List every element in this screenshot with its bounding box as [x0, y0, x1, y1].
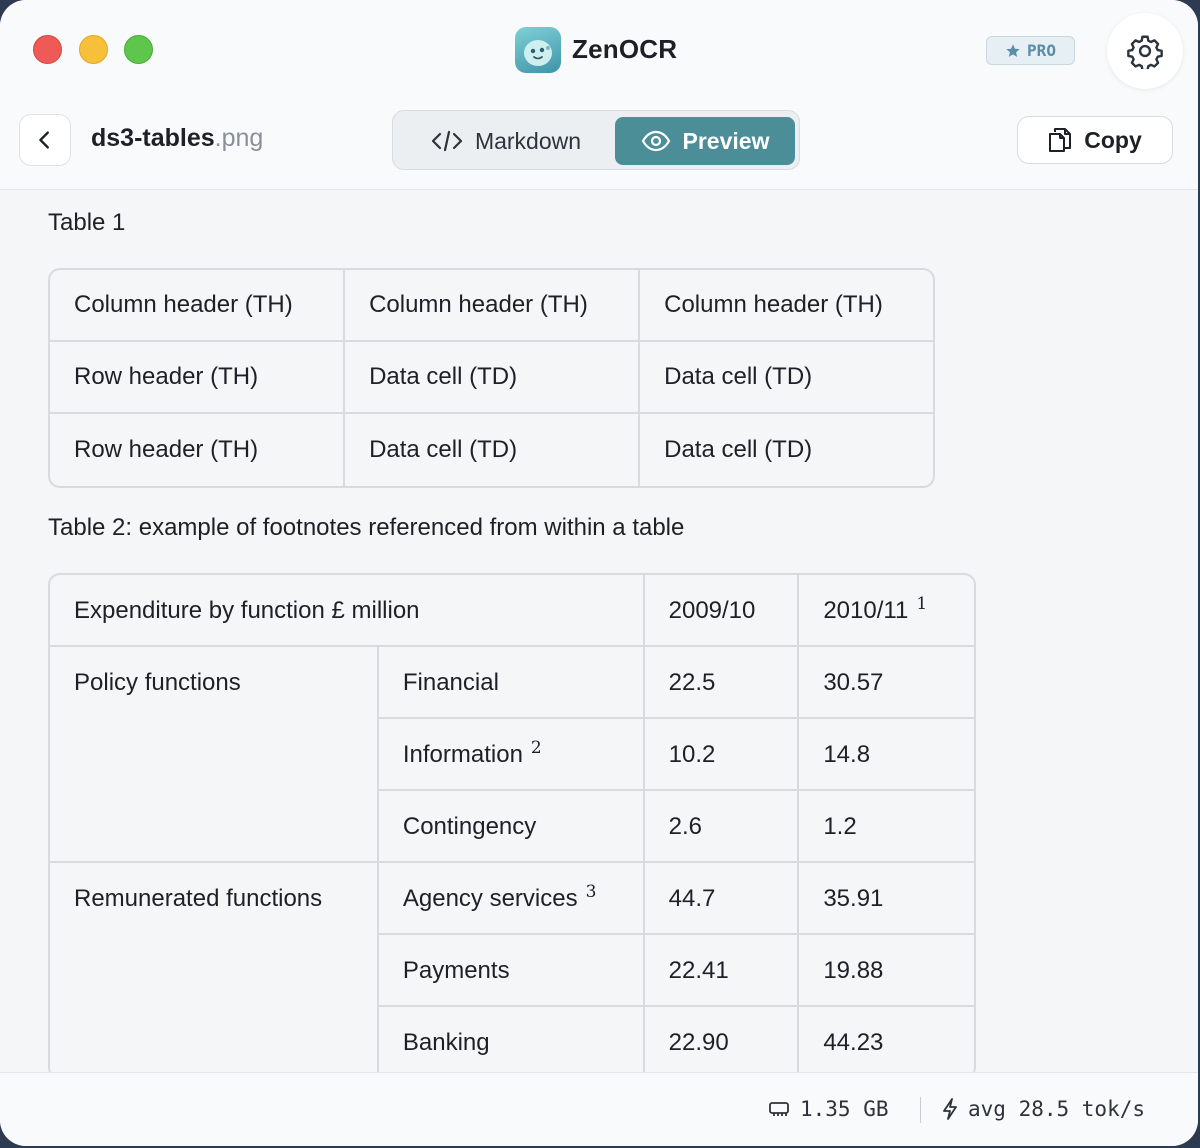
app-logo-icon	[515, 27, 561, 73]
copy-button[interactable]: Copy	[1017, 116, 1173, 164]
table2: Expenditure by function £ million 2009/1…	[48, 573, 976, 1072]
table1-caption: Table 1	[48, 209, 126, 236]
table-header-row: Expenditure by function £ million 2009/1…	[50, 575, 974, 647]
footnote-ref: 1	[916, 594, 928, 614]
footnote-ref: 2	[530, 738, 542, 758]
app-title: ZenOCR	[572, 34, 678, 64]
table-header-cell: Expenditure by function £ million	[50, 575, 645, 647]
table-cell: Information 2	[378, 719, 645, 791]
table-cell: 44.7	[644, 863, 800, 935]
table-cell: Banking	[379, 1007, 645, 1072]
table-cell: 22.90	[645, 1007, 800, 1072]
table-row: Row header (TH) Data cell (TD) Data cell…	[50, 414, 933, 486]
star-icon	[1006, 43, 1020, 57]
view-toggle: Markdown Preview	[392, 110, 800, 170]
table-cell: Contingency	[378, 791, 645, 863]
memory-icon	[769, 1102, 789, 1116]
file-name: ds3-tables.png	[91, 124, 263, 153]
table-cell: Financial	[378, 647, 645, 719]
table-cell: 35.91	[799, 863, 974, 935]
memory-usage: 1.35 GB	[768, 1097, 889, 1121]
table-cell: Column header (TH)	[345, 270, 641, 342]
table1: Column header (TH) Column header (TH) Co…	[48, 268, 935, 488]
code-icon	[431, 130, 463, 152]
item-label: Information	[402, 741, 523, 768]
eye-icon	[641, 130, 670, 152]
table-cell: Data cell (TD)	[345, 342, 641, 414]
copy-icon	[1049, 128, 1072, 152]
footnote-ref: 3	[585, 882, 597, 902]
memory-value: 1.35 GB	[800, 1097, 889, 1121]
table-header-cell: 2010/11 1	[799, 575, 974, 647]
tab-markdown-label: Markdown	[474, 127, 582, 154]
table-cell: Column header (TH)	[50, 270, 346, 342]
table-cell: 22.5	[644, 647, 800, 719]
zoom-window-button[interactable]	[124, 35, 153, 64]
table-cell: 30.57	[799, 647, 974, 719]
preview-content[interactable]: Table 1 Column header (TH) Column header…	[0, 191, 1198, 1072]
tab-preview-label: Preview	[682, 127, 770, 154]
table-cell: 22.41	[644, 935, 800, 1007]
table-header-cell: 2009/10	[644, 575, 800, 647]
status-divider	[920, 1097, 921, 1123]
tab-preview[interactable]: Preview	[615, 117, 795, 165]
table-cell: Data cell (TD)	[640, 342, 933, 414]
table-row: Row header (TH) Data cell (TD) Data cell…	[50, 342, 933, 414]
table-cell: Agency services 3	[378, 863, 645, 935]
table-cell: Data cell (TD)	[664, 436, 813, 463]
gear-icon	[1127, 35, 1163, 69]
table-cell: Row header (TH)	[50, 414, 346, 486]
table-cell: Row header (TH)	[50, 342, 346, 414]
app-window: ZenOCR PRO ds3-tables.png Markdown Previ…	[0, 0, 1198, 1146]
close-window-button[interactable]	[33, 35, 62, 64]
table-cell: 10.2	[644, 719, 800, 791]
table-cell: 14.8	[799, 719, 974, 791]
tab-markdown[interactable]: Markdown	[401, 117, 611, 165]
table-cell: 44.23	[799, 1007, 974, 1072]
item-label: Payments	[402, 957, 510, 984]
row-group-header: Policy functions	[50, 647, 379, 863]
table-row: Remunerated functions Agency services 3 4…	[50, 863, 974, 1072]
table-cell: 2.6	[644, 791, 800, 863]
table-cell: 19.88	[799, 935, 974, 1007]
settings-button[interactable]	[1107, 13, 1183, 89]
item-label: Contingency	[402, 813, 537, 840]
table-cell: Payments	[378, 935, 645, 1007]
item-label: Financial	[402, 669, 499, 696]
table2-caption: Table 2: example of footnotes referenced…	[48, 514, 685, 541]
table-cell: Data cell (TD)	[345, 414, 641, 486]
table-cell: 1.2	[799, 791, 974, 863]
title-bar: ZenOCR PRO ds3-tables.png Markdown Previ…	[0, 0, 1198, 190]
back-button[interactable]	[19, 114, 71, 166]
item-label: Agency services	[402, 885, 578, 912]
file-extension: .png	[214, 124, 264, 152]
item-label: Banking	[402, 1029, 490, 1056]
status-bar: 1.35 GB avg 28.5 tok/s	[0, 1072, 1198, 1146]
copy-button-label: Copy	[1084, 126, 1142, 153]
pro-badge[interactable]: PRO	[986, 36, 1075, 65]
token-speed-value: avg 28.5 tok/s	[968, 1097, 1146, 1121]
table-row: Policy functions Financial 22.5 30.57	[50, 647, 974, 863]
pro-badge-label: PRO	[1027, 41, 1056, 60]
row-group-header: Remunerated functions	[50, 863, 379, 1072]
token-speed: avg 28.5 tok/s	[942, 1097, 1145, 1121]
file-basename: ds3-tables	[91, 124, 215, 152]
minimize-window-button[interactable]	[79, 35, 108, 64]
bolt-icon	[943, 1098, 957, 1120]
chevron-left-icon	[39, 131, 49, 149]
table-cell: Column header (TH)	[640, 270, 933, 342]
table-row: Column header (TH) Column header (TH) Co…	[50, 270, 933, 342]
header-year-label: 2010/11	[823, 597, 909, 624]
